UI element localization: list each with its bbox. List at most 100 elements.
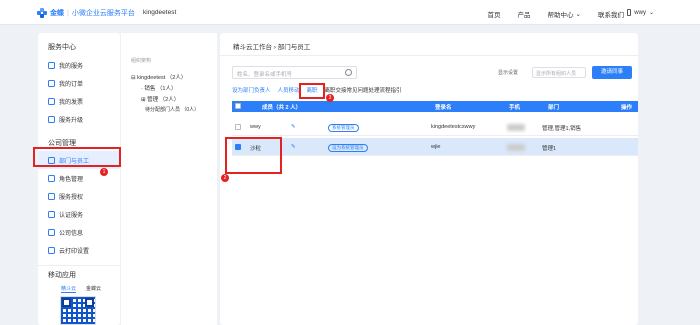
tree-node-label: 待分配部门人员 （0人）	[145, 107, 200, 113]
display-select[interactable]: 显示所有组织人员	[532, 67, 586, 78]
sidebar-item-label: 云打印设置	[59, 248, 90, 255]
user-menu[interactable]: wwy ⌄	[627, 9, 654, 16]
sidebar-item-my-orders[interactable]: 我的订单	[38, 74, 120, 92]
brand-separator: |	[67, 9, 69, 17]
qr-finder	[62, 298, 71, 307]
tree-node-label: kingdeetest （2人）	[137, 75, 187, 81]
login-name: wjie	[431, 144, 441, 150]
tab-jingdouyun[interactable]: 精斗云	[61, 285, 77, 293]
move-staff-link[interactable]: 人员移动	[278, 86, 300, 94]
printer-icon	[48, 246, 55, 254]
department: 管理,管理1,销售	[542, 126, 582, 132]
qr-finder	[85, 298, 94, 307]
sidebar: 服务中心 我的服务 我的订单 我的发票 服务升级 公司管理 部门与员工 角色管理…	[38, 33, 120, 325]
department: 管理1	[542, 146, 557, 152]
tab-kingdee-cloud[interactable]: 金蝶云	[86, 285, 101, 293]
services-icon	[48, 61, 55, 69]
invite-colleague-button[interactable]: 邀请同事	[592, 66, 632, 79]
annotation-badge: 2	[221, 174, 229, 182]
phone-masked	[507, 144, 525, 151]
edit-icon[interactable]: ✎	[291, 124, 296, 130]
phone-masked	[507, 124, 525, 131]
sidebar-item-cloud-print[interactable]: 云打印设置	[38, 241, 120, 259]
annotation-badge: 3	[326, 94, 334, 102]
mobile-app-tabs: 精斗云 金蝶云	[61, 285, 101, 293]
display-settings-label: 显示设置	[498, 70, 519, 76]
tree-node-root[interactable]: ⊟ kingdeetest （2人）	[131, 73, 186, 81]
key-icon	[48, 192, 55, 200]
search-icon[interactable]	[345, 69, 352, 76]
nav-help[interactable]: 帮助中心 ⌄	[548, 9, 581, 19]
phone-icon	[627, 9, 632, 16]
divider	[220, 55, 638, 56]
role-icon	[48, 174, 55, 182]
col-actions: 操作	[621, 105, 633, 111]
org-tree-title: 组织架构	[131, 58, 152, 64]
sidebar-item-label: 角色管理	[59, 176, 84, 183]
sidebar-item-my-services[interactable]: 我的服务	[38, 56, 120, 74]
col-member: 成员（共 2 人）	[262, 105, 302, 111]
sidebar-item-authorization[interactable]: 服务授权	[38, 187, 120, 205]
table-row[interactable]: 沙粒 ✎ 设为系统管理员 wjie 管理1	[232, 138, 638, 156]
platform-name: 小微企业云服务平台	[71, 10, 135, 17]
nav-help-label: 帮助中心	[547, 12, 574, 19]
highlight-box	[225, 137, 282, 174]
set-manager-link[interactable]: 设为部门负责人	[232, 86, 271, 94]
tree-node-management[interactable]: ⊞ 管理 （2人）	[141, 95, 179, 103]
chevron-down-icon: ⌄	[648, 10, 654, 16]
invoice-icon	[48, 97, 55, 105]
col-phone: 手机	[509, 105, 521, 111]
nav-home[interactable]: 首页	[488, 9, 501, 19]
brand-name: 金蝶	[50, 10, 64, 17]
orders-icon	[48, 79, 55, 87]
tree-node-label: 销售 （1人）	[144, 86, 177, 92]
member-name: wwy	[250, 124, 261, 130]
col-department: 部门	[548, 105, 560, 111]
table-row[interactable]: wwy ✎ 系统管理员 kingdeetestcswwy 管理,管理1,销售	[232, 118, 638, 136]
highlight-box	[299, 83, 325, 99]
search-input[interactable]: 姓名、登录名或手机号	[232, 66, 357, 79]
upgrade-icon	[48, 115, 55, 123]
top-nav: 首页 产品 帮助中心 ⌄ 联系我们	[488, 9, 624, 19]
sidebar-item-my-invoices[interactable]: 我的发票	[38, 92, 120, 110]
main-panel: 精斗云工作台 › 部门与员工 姓名、登录名或手机号 显示设置 显示所有组织人员 …	[220, 33, 638, 325]
chevron-down-icon: ⌄	[575, 11, 581, 18]
display-select-value: 显示所有组织人员	[536, 71, 577, 77]
edit-icon[interactable]: ✎	[291, 144, 296, 150]
kingdee-logo-icon	[37, 8, 47, 18]
set-admin-badge[interactable]: 设为系统管理员	[328, 144, 368, 152]
role-badge[interactable]: 系统管理员	[328, 124, 359, 132]
nav-products[interactable]: 产品	[518, 9, 531, 19]
building-icon	[48, 228, 55, 236]
certificate-icon	[48, 210, 55, 218]
qr-code	[60, 296, 96, 325]
row-checkbox[interactable]	[235, 124, 241, 130]
sidebar-item-certification[interactable]: 认证服务	[38, 205, 120, 223]
login-name: kingdeetestcswwy	[431, 124, 476, 130]
sidebar-item-label: 我的服务	[59, 63, 84, 70]
select-all-checkbox[interactable]	[235, 103, 241, 109]
user-name: wwy	[634, 9, 646, 16]
sidebar-item-company-info[interactable]: 公司信息	[38, 223, 120, 241]
tree-node-sales[interactable]: · 销售 （1人）	[141, 84, 176, 92]
nav-contact[interactable]: 联系我们	[598, 9, 624, 19]
sidebar-section-mobile: 移动应用	[38, 265, 120, 280]
tree-node-unassigned[interactable]: 待分配部门人员 （0人）	[145, 106, 199, 113]
sidebar-item-upgrade[interactable]: 服务升级	[38, 110, 120, 128]
logo[interactable]: 金蝶 | 小微企业云服务平台	[37, 8, 135, 18]
sidebar-item-label: 公司信息	[59, 230, 84, 237]
search-placeholder: 姓名、登录名或手机号	[237, 72, 293, 78]
tree-node-label: 管理 （2人）	[147, 97, 180, 103]
resign-help-link[interactable]: 离职交接常见问题处理流程指引	[325, 86, 402, 94]
sidebar-item-label: 我的订单	[59, 81, 84, 88]
sidebar-item-label: 认证服务	[59, 212, 84, 219]
org-tree-panel: 组织架构 ⊟ kingdeetest （2人） · 销售 （1人） ⊞ 管理 （…	[120, 33, 217, 325]
col-login: 登录名	[435, 105, 452, 111]
annotation-badge: 1	[100, 168, 108, 176]
highlight-box	[33, 147, 121, 167]
sidebar-section-service: 服务中心	[48, 44, 76, 51]
top-bar: 金蝶 | 小微企业云服务平台 kingdeetest 首页 产品 帮助中心 ⌄ 联…	[0, 0, 700, 25]
breadcrumb: 精斗云工作台 › 部门与员工	[233, 44, 311, 51]
sidebar-item-label: 我的发票	[59, 99, 84, 106]
sidebar-item-label: 服务升级	[59, 117, 84, 124]
